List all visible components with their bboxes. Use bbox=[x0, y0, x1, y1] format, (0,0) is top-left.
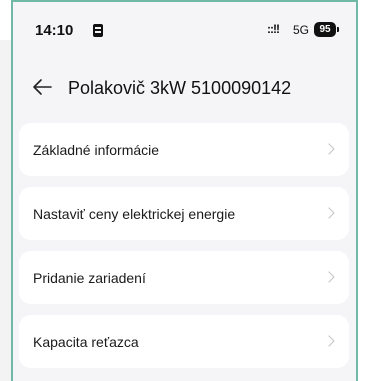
menu-item-basic-info[interactable]: Základné informácie bbox=[19, 123, 349, 176]
menu-item-label: Základné informácie bbox=[33, 142, 160, 158]
menu-item-label: Kapacita reťazca bbox=[33, 334, 139, 350]
status-bar: 14:10 ::!! 5G 95 bbox=[13, 2, 356, 60]
page-title: Polakovič 3kW 5100090142 bbox=[68, 78, 292, 98]
menu-item-electricity-prices[interactable]: Nastaviť ceny elektrickej energie bbox=[19, 187, 349, 240]
chevron-right-icon bbox=[328, 271, 335, 283]
screenshot-frame: 14:10 ::!! 5G 95 Polakovič 3kW 510009014… bbox=[0, 0, 369, 381]
status-time: 14:10 bbox=[35, 22, 74, 39]
menu-item-label: Nastaviť ceny elektrickej energie bbox=[33, 206, 236, 222]
battery-icon: 95 bbox=[314, 22, 339, 37]
chevron-right-icon bbox=[328, 207, 335, 219]
menu-item-label: Pridanie zariadení bbox=[33, 270, 146, 286]
frame-border-right bbox=[356, 0, 358, 381]
settings-list: Základné informácie Nastaviť ceny elektr… bbox=[19, 123, 349, 379]
menu-item-add-devices[interactable]: Pridanie zariadení bbox=[19, 251, 349, 304]
left-margin bbox=[0, 40, 11, 381]
page-header: Polakovič 3kW 5100090142 bbox=[13, 66, 356, 110]
phone-screen: 14:10 ::!! 5G 95 Polakovič 3kW 510009014… bbox=[13, 2, 356, 381]
chevron-right-icon bbox=[328, 335, 335, 347]
menu-item-string-capacity[interactable]: Kapacita reťazca bbox=[19, 315, 349, 368]
signal-icon: ::!! bbox=[267, 22, 280, 36]
arrow-left-icon[interactable] bbox=[31, 76, 53, 98]
chevron-right-icon bbox=[328, 143, 335, 155]
network-type: 5G bbox=[293, 23, 310, 37]
sim-card-icon bbox=[93, 24, 103, 37]
